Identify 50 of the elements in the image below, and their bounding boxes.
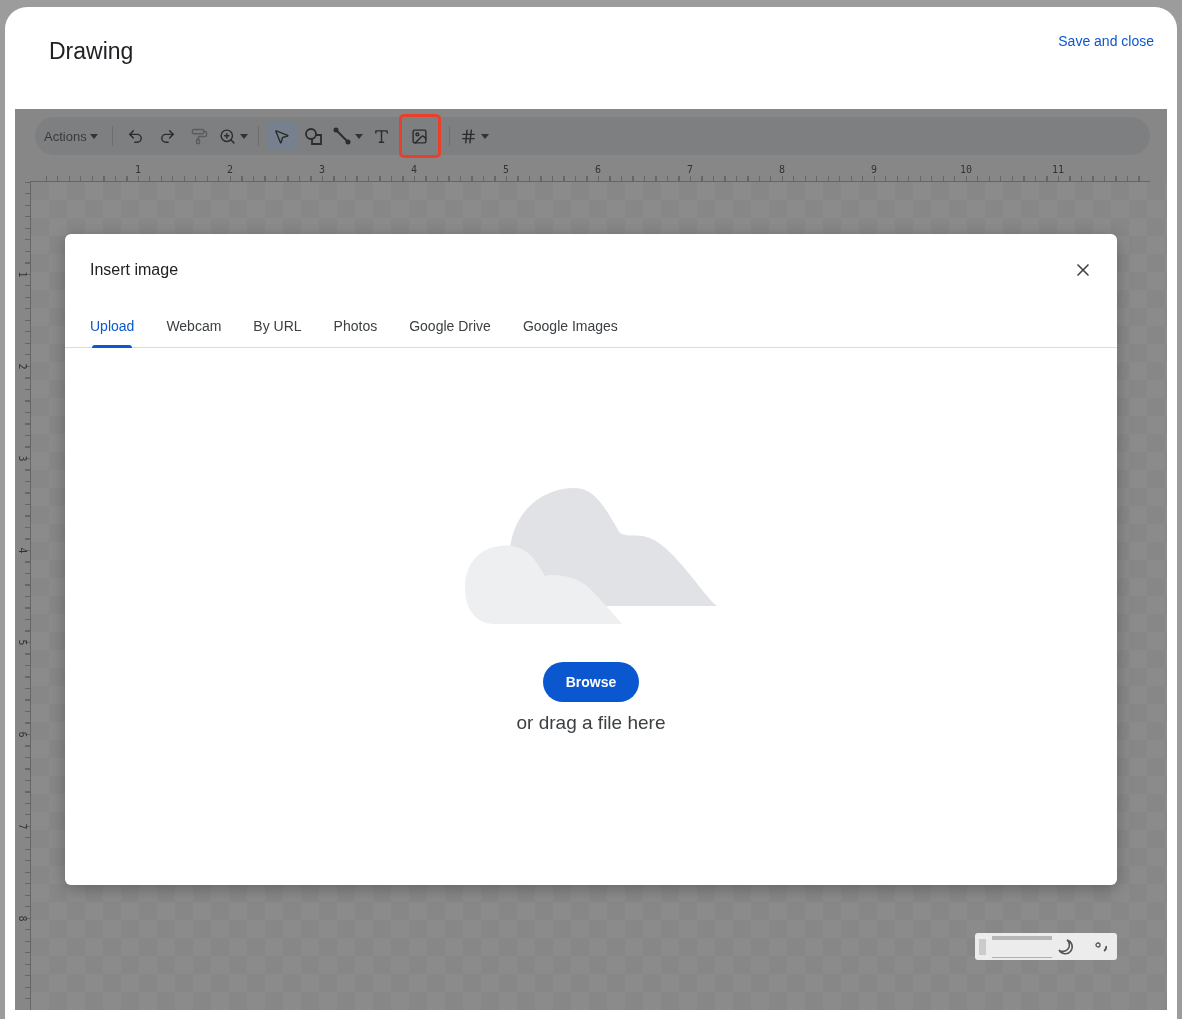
ruler-number: 4 [17,547,28,553]
ruler-number: 10 [958,164,973,177]
select-button[interactable] [266,122,297,150]
text-icon [373,127,391,145]
moon-icon [1058,938,1074,955]
tab[interactable]: Photos [333,314,378,347]
grip-icon [979,938,986,955]
save-and-close-link[interactable]: Save and close [1058,33,1154,49]
tab[interactable]: Google Drive [409,314,491,347]
window-title: Drawing [49,37,134,65]
tab[interactable]: Upload [90,314,135,347]
shape-icon [304,126,324,146]
ruler-number: 3 [318,164,326,177]
zoom-in-icon [218,127,236,145]
word-art-icon [459,127,477,145]
ruler-number: 6 [17,731,28,737]
cursor-icon [273,127,291,145]
paint-roller-icon [191,127,209,145]
ruler-number: 7 [17,823,28,829]
ruler-number: 9 [870,164,878,177]
image-button[interactable] [398,114,441,158]
dialog-title: Insert image [90,261,179,279]
tab[interactable]: By URL [253,314,302,347]
ruler-number: 8 [17,915,28,921]
ruler-number: 11 [1050,164,1065,177]
input-field[interactable] [992,935,1052,958]
line-icon [332,127,351,145]
drop-hint: or drag a file here [516,712,666,734]
ruler-number: 7 [686,164,694,177]
tab[interactable]: Webcam [166,314,222,347]
ruler-number: 1 [17,271,28,277]
ruler-number: 5 [502,164,510,177]
caret-icon [89,133,98,139]
browse-button[interactable]: Browse [543,662,639,702]
undo-icon [127,127,145,145]
ruler-number: 4 [410,164,418,177]
ruler-number: 3 [17,455,28,461]
ruler-number: 2 [226,164,234,177]
caret-icon [480,133,489,139]
image-icon [411,127,429,145]
ruler-number: 1 [134,164,142,177]
ruler-number: 6 [594,164,602,177]
ruler-number: 8 [778,164,786,177]
dots-icon [1095,941,1109,952]
ruler-number: 2 [17,363,28,369]
tab[interactable]: Google Images [522,314,618,347]
caret-icon [239,133,248,139]
redo-icon [159,127,177,145]
ruler-number: 5 [17,639,28,645]
caret-icon [354,133,363,139]
